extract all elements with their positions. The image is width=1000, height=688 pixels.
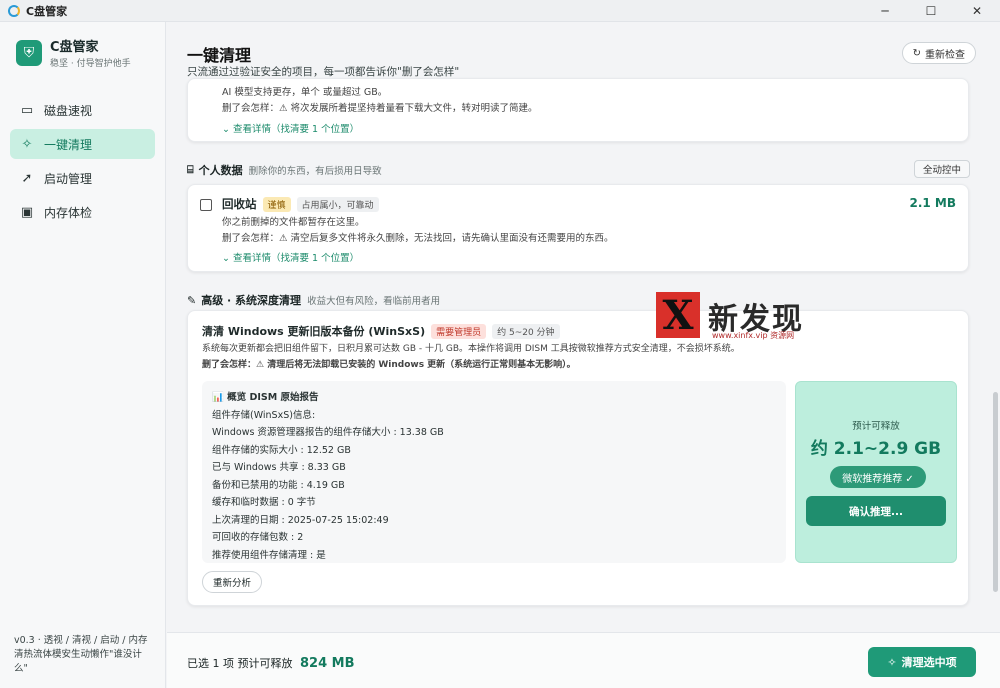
box-icon: ⌸	[187, 163, 194, 176]
page-subtitle: 只流通过过验证安全的项目，每一项都告诉你"删了会怎样"	[187, 66, 460, 78]
collapse-button[interactable]: 全动控中	[913, 160, 970, 178]
report-line: 缓存和临时数据 : 0 字节	[212, 497, 316, 508]
section-advanced: ✎ 高级 · 系统深度清理 收益大但有风险，看临前用者用	[187, 292, 440, 308]
window-title: C盘管家	[26, 4, 68, 18]
page-title: 一键清理	[187, 46, 252, 65]
section-description: 收益大但有风险，看临前用者用	[307, 296, 441, 307]
section-personal-data: ⌸ 个人数据 删除你的东西，有后损用日导致	[187, 162, 382, 178]
refresh-icon: ↻	[912, 47, 921, 59]
watermark-logo: X 新发现 www.xinfx.vip 资源网	[656, 292, 836, 350]
section-title: 个人数据	[198, 164, 243, 177]
section-title: 高级 · 系统深度清理	[201, 294, 302, 307]
report-line: 组件存储的实际大小 : 12.52 GB	[212, 444, 351, 456]
caution-badge: 谨慎	[262, 196, 291, 212]
sparkle-icon: ✧	[21, 136, 33, 152]
details-link[interactable]: ⌄ 查看详情（找清要 1 个位置）	[222, 121, 538, 135]
sidebar-item-label: 启动管理	[44, 171, 93, 186]
brand-name: C盘管家	[50, 40, 99, 55]
hint-badge: 占用属小，可靠动	[296, 196, 379, 212]
confirm-button[interactable]: 确认推理...	[806, 496, 946, 526]
report-line: 组件存储(WinSxS)信息:	[212, 409, 316, 421]
recycle-bin-card: 回收站 谨慎 占用属小，可靠动 2.1 MB 你之前删掉的文件都暂存在这里。 删…	[187, 184, 969, 272]
shield-logo-icon: ⛨	[16, 39, 42, 66]
watermark-x: X	[656, 292, 700, 339]
item-title: 回收站	[222, 197, 257, 211]
sidebar-item-startup[interactable]: ➚ 启动管理	[10, 163, 155, 193]
title-bar: C盘管家 ─ ☐ ✕	[0, 0, 1000, 22]
brand-subtitle: 稳坚 · 付导智护他手	[50, 59, 131, 69]
sidebar-nav: ▭ 磁盘速视 ✧ 一键清理 ➚ 启动管理 ▣ 内存体检	[0, 95, 165, 227]
item-size: 2.1 MB	[909, 196, 956, 210]
duration-badge: 约 5~20 分钟	[492, 323, 560, 339]
sparkle-icon: ✧	[887, 655, 897, 669]
close-button[interactable]: ✕	[954, 0, 1000, 22]
card-description: 你之前删掉的文件都暂存在这里。	[222, 217, 365, 228]
report-line: 已与 Windows 共享 : 8.33 GB	[212, 462, 346, 473]
wrench-icon: ✎	[187, 293, 197, 307]
card-description: AI 模型支持更存，单个 或量超过 GB。	[222, 87, 388, 98]
window-controls: ─ ☐ ✕	[862, 0, 1000, 22]
sidebar-item-label: 内存体检	[44, 205, 93, 220]
sidebar-item-one-click-clean[interactable]: ✧ 一键清理	[10, 129, 155, 159]
main-content: 一键清理 只流通过过验证安全的项目，每一项都告诉你"删了会怎样" ↻ 重新检查 …	[167, 22, 1000, 632]
maximize-button[interactable]: ☐	[908, 0, 954, 22]
sidebar-footer: v0.3 · 透视 / 清视 / 启动 / 内存 清热流体模安生动懒作"谁没计么…	[14, 635, 148, 674]
estimate-label: 预计可释放	[852, 421, 900, 432]
recheck-button[interactable]: ↻ 重新检查	[901, 42, 976, 64]
disk-icon: ▭	[20, 102, 34, 118]
bottom-bar: 已选 1 项 预计可释放 824 MB ✧ 清理选中项	[167, 632, 1000, 688]
admin-required-badge: 需要管理员	[431, 323, 487, 339]
card-description: 系统每次更新都会把旧组件留下，日积月累可达数 GB - 十几 GB。本操作将调用…	[202, 344, 740, 354]
recommend-badge: 微软推荐推荐 ✓	[830, 466, 926, 488]
details-link[interactable]: ⌄ 查看详情（找清要 1 个位置）	[222, 250, 614, 264]
recycle-bin-checkbox[interactable]	[200, 199, 212, 211]
winsxs-card: 清清 Windows 更新旧版本备份 (WinSxS) 需要管理员 约 5~20…	[187, 310, 969, 606]
report-line: 可回收的存储包数 : 2	[212, 532, 304, 543]
reanalyze-button[interactable]: 重新分析	[202, 571, 263, 593]
section-description: 删除你的东西，有后损用日导致	[248, 166, 382, 177]
report-line: 推荐使用组件存储清理 : 是	[212, 549, 326, 561]
selection-summary: 已选 1 项 预计可释放 824 MB	[187, 655, 355, 671]
report-line: 备份和已禁用的功能 : 4.19 GB	[212, 479, 345, 491]
sidebar-item-disk-view[interactable]: ▭ 磁盘速视	[10, 95, 155, 125]
app-logo-icon	[8, 4, 20, 17]
recheck-label: 重新检查	[925, 49, 965, 61]
minimize-button[interactable]: ─	[862, 0, 908, 22]
scrollbar[interactable]	[993, 392, 998, 592]
card-consequence: 删了会怎样：⚠ 清空后复多文件将永久删除，无法找回，请先确认里面没有还需要用的东…	[222, 233, 614, 244]
ai-model-card: AI 模型支持更存，单个 或量超过 GB。 删了会怎样：⚠ 将次发展所着提坚持着…	[187, 78, 969, 142]
rocket-icon: ➚	[21, 170, 33, 186]
estimate-panel: 预计可释放 约 2.1~2.9 GB 微软推荐推荐 ✓ 确认推理...	[795, 381, 957, 563]
chip-icon: ▣	[20, 204, 34, 220]
sidebar-item-label: 磁盘速视	[44, 103, 93, 118]
sidebar-item-label: 一键清理	[44, 137, 93, 152]
brand: ⛨ C盘管家 稳坚 · 付导智护他手	[0, 22, 165, 69]
selection-label: 已选 1 项 预计可释放	[187, 657, 293, 670]
clean-selected-button[interactable]: ✧ 清理选中项	[868, 647, 976, 677]
report-title: 📊 概览 DISM 原始报告	[212, 392, 319, 403]
report-line: 上次清理的日期 : 2025-07-25 15:02:49	[212, 514, 389, 526]
item-title: 清清 Windows 更新旧版本备份 (WinSxS)	[202, 325, 426, 338]
selection-size: 824 MB	[300, 656, 355, 671]
clean-label: 清理选中项	[901, 656, 957, 669]
dism-report: 📊 概览 DISM 原始报告 组件存储(WinSxS)信息: Windows 资…	[202, 381, 786, 563]
estimate-value: 约 2.1~2.9 GB	[810, 439, 942, 459]
sidebar-item-memory[interactable]: ▣ 内存体检	[10, 197, 155, 227]
card-consequence: 删了会怎样：⚠ 将次发展所着提坚持着量看下载大文件，转对明读了简建。	[222, 103, 538, 114]
watermark-url: www.xinfx.vip 资源网	[712, 331, 795, 340]
card-consequence: 删了会怎样：⚠ 清理后将无法卸载已安装的 Windows 更新（系统运行正常则基…	[202, 360, 576, 370]
sidebar: ⛨ C盘管家 稳坚 · 付导智护他手 ▭ 磁盘速视 ✧ 一键清理 ➚ 启动管理 …	[0, 22, 166, 688]
report-line: Windows 资源管理器报告的组件存储大小 : 13.38 GB	[212, 427, 444, 438]
